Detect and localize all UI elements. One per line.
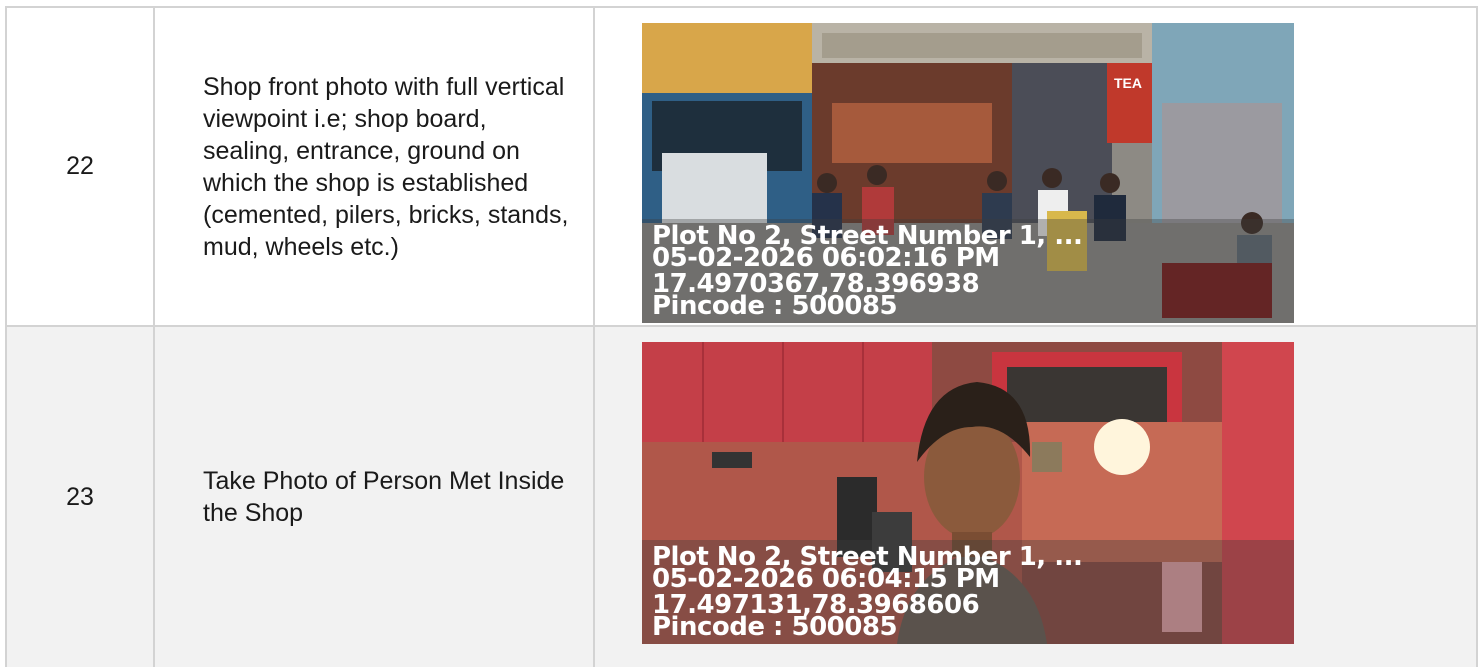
geo-stamp: Plot No 2, Street Number 1, ... 05-02-20…: [642, 540, 1294, 644]
survey-photo-table: 22 Shop front photo with full vertical v…: [5, 6, 1478, 667]
table-row: 22 Shop front photo with full vertical v…: [5, 6, 1478, 327]
sign-text: TEA: [1114, 75, 1142, 91]
row-number: 22: [5, 6, 155, 327]
stamp-datetime: 05-02-2026 06:04:15 PM: [652, 564, 1000, 594]
row-number: 23: [5, 325, 155, 667]
photo-cell: TEA Plot No 2, Street Number 1, ... 05-0…: [593, 6, 1478, 327]
stamp-datetime: 05-02-2026 06:02:16 PM: [652, 243, 1000, 273]
geo-stamp: Plot No 2, Street Number 1, ... 05-02-20…: [642, 219, 1294, 323]
row-description: Shop front photo with full vertical view…: [153, 6, 595, 327]
person-inside-shop-photo[interactable]: Plot No 2, Street Number 1, ... 05-02-20…: [642, 342, 1294, 644]
shop-front-photo[interactable]: TEA Plot No 2, Street Number 1, ... 05-0…: [642, 23, 1294, 323]
stamp-pincode: Pincode : 500085: [652, 612, 898, 642]
row-description: Take Photo of Person Met Inside the Shop: [153, 325, 595, 667]
photo-cell: Plot No 2, Street Number 1, ... 05-02-20…: [593, 325, 1478, 667]
table-row: 23 Take Photo of Person Met Inside the S…: [5, 325, 1478, 667]
stamp-pincode: Pincode : 500085: [652, 291, 898, 321]
